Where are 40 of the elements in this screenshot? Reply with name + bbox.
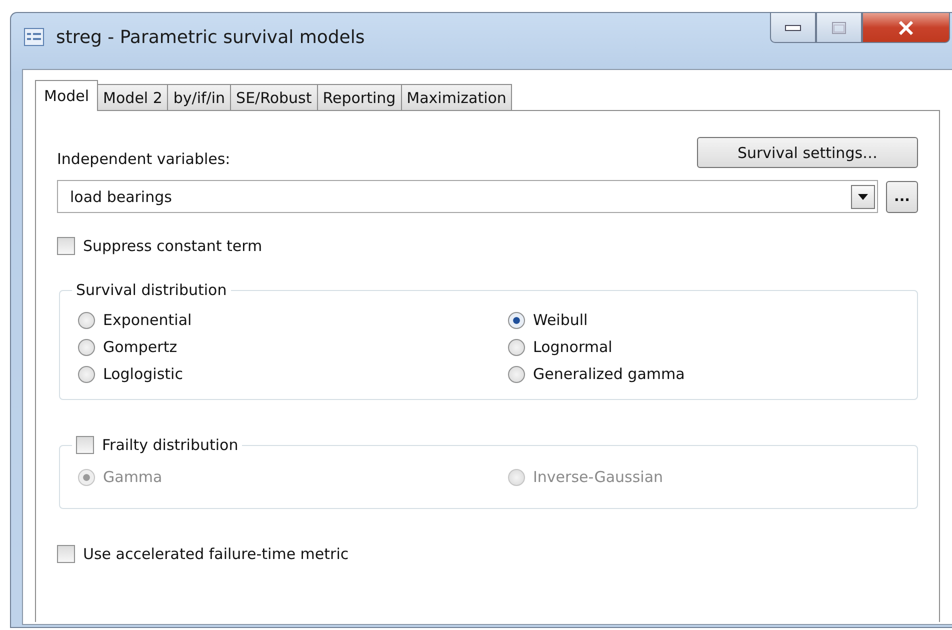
- caret-icon: [858, 194, 868, 200]
- variables-field[interactable]: load bearings: [57, 180, 878, 213]
- checkbox-label: Frailty distribution: [102, 436, 238, 454]
- radio-label: Inverse-Gaussian: [533, 468, 664, 486]
- field-label: Independent variables:: [57, 150, 230, 168]
- window-icon: [24, 28, 44, 46]
- radio-label: Weibull: [533, 311, 588, 329]
- minimize-icon: [785, 24, 801, 30]
- browse-button[interactable]: ...: [886, 180, 918, 212]
- tab[interactable]: by/if/in: [167, 84, 232, 110]
- close-button[interactable]: [862, 13, 950, 43]
- tab[interactable]: SE/Robust: [230, 84, 318, 110]
- maximize-button[interactable]: [816, 13, 862, 43]
- survival-settings-button[interactable]: Survival settings…: [697, 137, 918, 168]
- radio-button[interactable]: [508, 338, 525, 356]
- radio-label: Gompertz: [103, 338, 178, 356]
- maximize-icon: [832, 22, 846, 34]
- tab[interactable]: Model 2: [97, 84, 168, 110]
- radio-label: Loglogistic: [103, 365, 183, 383]
- tab[interactable]: Reporting: [316, 84, 402, 110]
- minimize-button[interactable]: [770, 13, 816, 43]
- radio-button[interactable]: [78, 312, 95, 328]
- checkbox[interactable]: [57, 545, 75, 563]
- radio-button[interactable]: [78, 366, 95, 382]
- radio-label: Generalized gamma: [533, 365, 685, 383]
- checkbox[interactable]: [57, 237, 75, 255]
- radio-label: Gamma: [103, 468, 162, 486]
- radio-label: Exponential: [103, 311, 192, 329]
- checkbox-label: Use accelerated failure-time metric: [83, 545, 349, 563]
- window-title: streg - Parametric survival models: [56, 26, 365, 48]
- tab[interactable]: Model: [35, 80, 98, 111]
- radio-label: Lognormal: [533, 338, 612, 356]
- checkbox[interactable]: [76, 436, 94, 454]
- group-title: Survival distribution: [75, 281, 228, 299]
- dropdown-button[interactable]: [851, 184, 875, 208]
- radio-button[interactable]: [508, 366, 525, 382]
- close-icon: [898, 20, 914, 34]
- radio-button[interactable]: [78, 338, 95, 356]
- radio-button[interactable]: [508, 312, 525, 328]
- tab[interactable]: Maximization: [400, 84, 512, 110]
